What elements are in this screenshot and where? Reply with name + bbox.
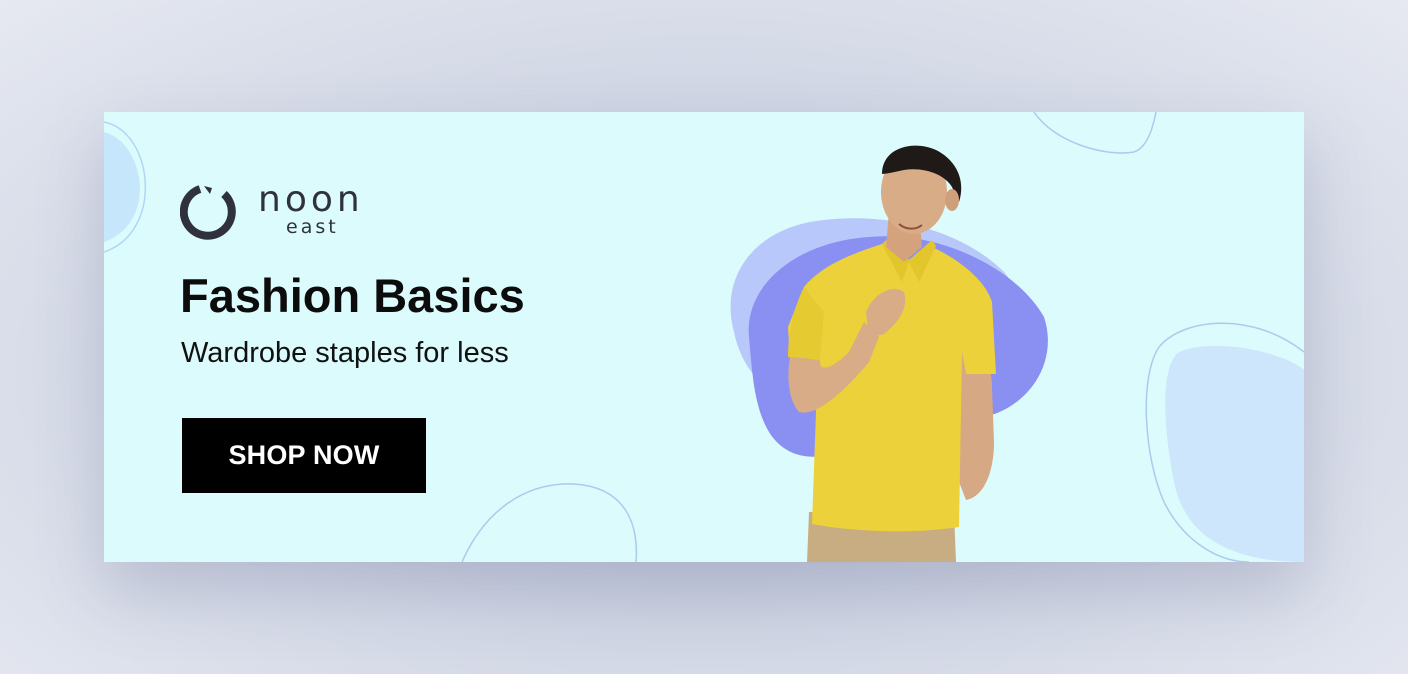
- noon-logo-icon: [180, 185, 236, 240]
- promo-subtitle: Wardrobe staples for less: [181, 337, 509, 369]
- brand-sub: east: [286, 216, 339, 238]
- brand-name: noon: [258, 179, 364, 220]
- promo-title: Fashion Basics: [180, 269, 525, 322]
- shop-now-button[interactable]: SHOP NOW: [182, 418, 426, 493]
- promo-banner[interactable]: noon east Fashion Basics Wardrobe staple…: [104, 112, 1304, 562]
- noon-logo[interactable]: noon east: [180, 180, 390, 242]
